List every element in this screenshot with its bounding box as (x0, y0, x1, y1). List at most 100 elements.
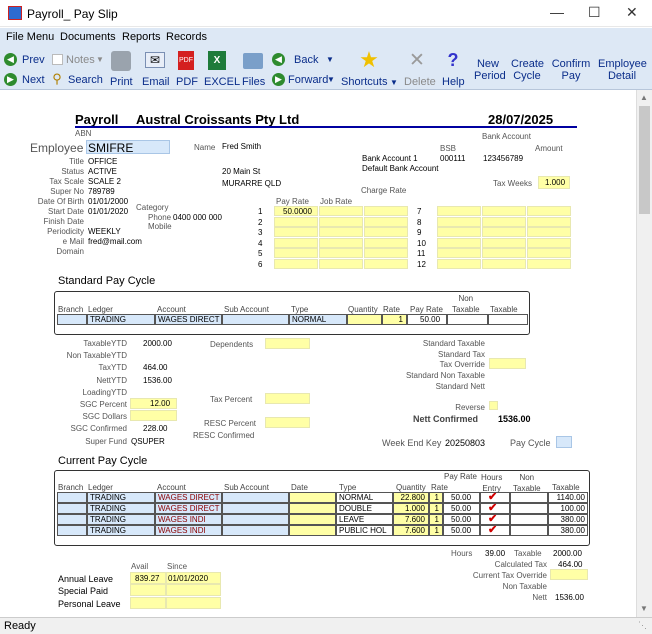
forward-icon[interactable]: ▶ (272, 73, 285, 86)
new-period-button[interactable]: New Period (474, 58, 506, 82)
files-button[interactable]: Files (242, 76, 265, 88)
minimize-icon[interactable]: — (550, 4, 564, 20)
pay-rate-field[interactable] (437, 248, 481, 258)
job-rate-field[interactable] (319, 227, 363, 237)
cur-type-cell[interactable]: DOUBLE (336, 503, 393, 514)
cur-quantity-cell[interactable]: 7.600 (393, 514, 429, 525)
cur-taxable-cell[interactable]: 1140.00 (548, 492, 588, 503)
pay-rate-field[interactable] (437, 258, 481, 269)
cur-pay-rate-cell[interactable]: 50.00 (443, 525, 480, 536)
vertical-scrollbar[interactable]: ▲ ▼ (636, 90, 652, 617)
std-pay-rate-cell[interactable]: 50.00 (407, 314, 447, 325)
job-rate-field[interactable] (319, 258, 363, 269)
forward-button[interactable]: Forward (288, 74, 328, 86)
search-icon[interactable]: ⚲ (50, 71, 64, 86)
scroll-up-icon[interactable]: ▲ (640, 93, 648, 102)
cur-sub-account-cell[interactable] (222, 492, 289, 503)
std-quantity-cell[interactable] (347, 314, 382, 325)
back-button[interactable]: Back (294, 54, 318, 66)
std-rate-cell[interactable]: 1 (382, 314, 407, 325)
pay-rate-field[interactable] (274, 216, 318, 227)
help-icon[interactable]: ? (446, 50, 460, 70)
pay-cycle-field[interactable] (556, 436, 572, 448)
next-icon[interactable]: ▶ (4, 73, 17, 86)
cur-account-cell[interactable]: WAGES INDI (155, 514, 222, 525)
cur-ledger-cell[interactable]: TRADING (87, 503, 155, 514)
cur-sub-account-cell[interactable] (222, 525, 289, 536)
charge-rate-field[interactable] (527, 258, 571, 269)
charge-rate-field[interactable] (364, 206, 408, 216)
create-cycle-button[interactable]: Create Cycle (511, 58, 544, 82)
cur-pay-rate-cell[interactable]: 50.00 (443, 492, 480, 503)
menu-records[interactable]: Records (166, 31, 207, 43)
pay-rate-field[interactable] (274, 248, 318, 258)
reverse-checkbox[interactable] (489, 401, 498, 410)
job-rate-field[interactable] (319, 237, 363, 248)
pay-rate-field[interactable] (437, 237, 481, 248)
personal-since-field[interactable] (166, 597, 221, 609)
pdf-button[interactable]: PDF (176, 76, 198, 88)
cur-ledger-cell[interactable]: TRADING (87, 514, 155, 525)
cur-sub-account-cell[interactable] (222, 514, 289, 525)
job-rate-field[interactable] (482, 248, 526, 258)
special-avail-field[interactable] (130, 584, 166, 596)
personal-avail-field[interactable] (130, 597, 166, 609)
excel-icon[interactable]: X (208, 51, 226, 70)
close-icon[interactable]: ✕ (626, 4, 638, 21)
files-icon[interactable] (243, 53, 263, 69)
email-icon[interactable]: ✉ (145, 52, 165, 68)
charge-rate-field[interactable] (527, 248, 571, 258)
cur-quantity-cell[interactable]: 7.600 (393, 525, 429, 536)
notes-checkbox-icon[interactable] (52, 54, 63, 65)
cur-taxable-cell[interactable]: 380.00 (548, 514, 588, 525)
cur-taxable-cell[interactable]: 380.00 (548, 525, 588, 536)
cur-branch-cell[interactable] (57, 514, 87, 525)
charge-rate-field[interactable] (527, 206, 571, 216)
resc-percent-field[interactable] (265, 417, 310, 428)
cur-quantity-cell[interactable]: 1.000 (393, 503, 429, 514)
cur-branch-cell[interactable] (57, 503, 87, 514)
tax-percent-field[interactable] (265, 393, 310, 404)
menu-reports[interactable]: Reports (122, 31, 161, 43)
email-button[interactable]: Email (142, 76, 170, 88)
current-tax-override-field[interactable] (550, 569, 588, 580)
cur-non-taxable-cell[interactable] (510, 514, 548, 525)
delete-button[interactable]: Delete (404, 76, 436, 88)
pay-rate-field[interactable] (274, 227, 318, 237)
menu-documents[interactable]: Documents (60, 31, 116, 43)
cur-non-taxable-cell[interactable] (510, 525, 548, 536)
special-since-field[interactable] (166, 584, 221, 596)
pay-rate-field[interactable] (437, 227, 481, 237)
std-account-cell[interactable]: WAGES DIRECT (155, 314, 222, 325)
resize-grip-icon[interactable]: ⋱ (638, 620, 647, 631)
pay-rate-field[interactable] (274, 237, 318, 248)
job-rate-field[interactable] (482, 216, 526, 227)
cur-pay-rate-cell[interactable]: 50.00 (443, 514, 480, 525)
job-rate-field[interactable] (482, 227, 526, 237)
delete-icon[interactable]: ✕ (407, 50, 427, 71)
cur-date-cell[interactable] (289, 492, 336, 503)
std-sub-account-cell[interactable] (222, 314, 289, 325)
job-rate-field[interactable] (482, 258, 526, 269)
charge-rate-field[interactable] (364, 258, 408, 269)
cur-account-cell[interactable]: WAGES INDI (155, 525, 222, 536)
pdf-icon[interactable]: PDF (178, 51, 194, 70)
cur-type-cell[interactable]: NORMAL (336, 492, 393, 503)
cur-branch-cell[interactable] (57, 525, 87, 536)
cur-rate-cell[interactable]: 1 (429, 492, 443, 503)
cur-type-cell[interactable]: PUBLIC HOL (336, 525, 393, 536)
forward-dropdown-icon[interactable]: ▼ (327, 74, 335, 86)
cur-rate-cell[interactable]: 1 (429, 503, 443, 514)
back-dropdown-icon[interactable]: ▼ (326, 54, 334, 66)
cur-taxable-cell[interactable]: 100.00 (548, 503, 588, 514)
std-non-taxable-cell[interactable] (447, 314, 488, 325)
charge-rate-field[interactable] (527, 237, 571, 248)
excel-button[interactable]: EXCEL (204, 76, 240, 88)
sgc-dollars-field[interactable] (130, 410, 177, 421)
next-button[interactable]: Next (22, 74, 45, 86)
prev-icon[interactable]: ◀ (4, 53, 17, 66)
menu-file[interactable]: File Menu (6, 31, 54, 43)
std-ledger-cell[interactable]: TRADING (87, 314, 155, 325)
charge-rate-field[interactable] (364, 227, 408, 237)
charge-rate-field[interactable] (364, 237, 408, 248)
